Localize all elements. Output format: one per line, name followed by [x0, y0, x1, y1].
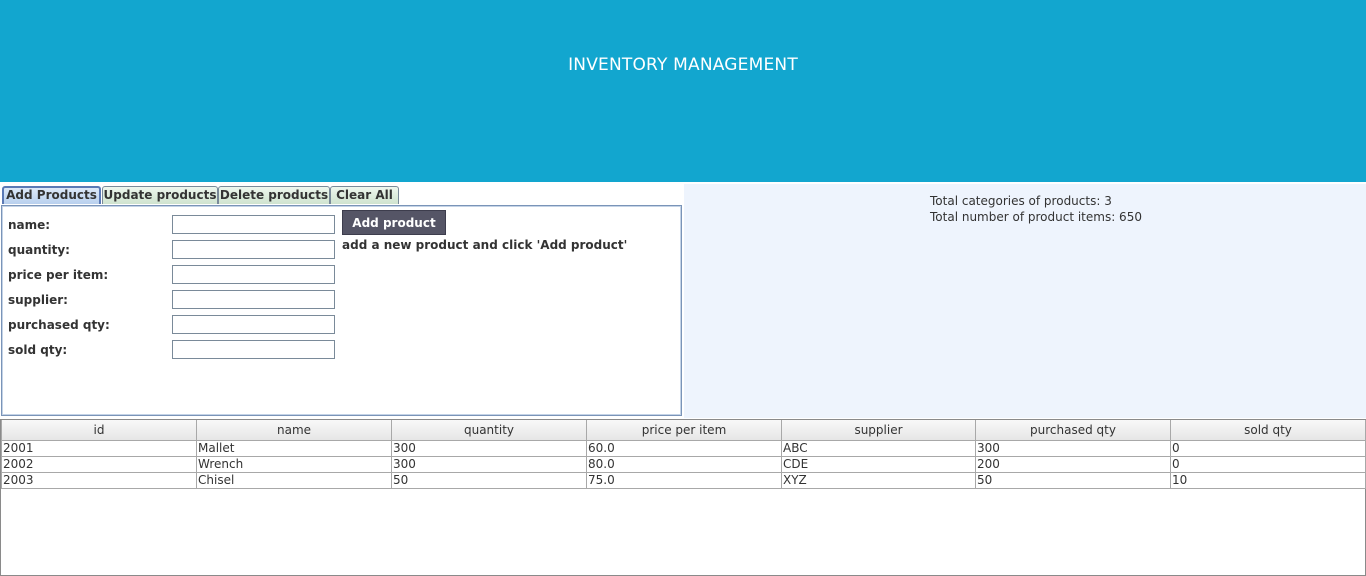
- purchased-qty-label: purchased qty:: [8, 318, 110, 332]
- column-header-price-per-item[interactable]: price per item: [586, 420, 782, 441]
- table-cell[interactable]: XYZ: [781, 471, 976, 489]
- table-cell[interactable]: 0: [1170, 455, 1366, 473]
- price-per-item-label: price per item:: [8, 268, 109, 282]
- table-cell[interactable]: ABC: [781, 439, 976, 457]
- table-cell[interactable]: 300: [391, 455, 587, 473]
- quantity-label: quantity:: [8, 243, 70, 257]
- table-cell[interactable]: 50: [975, 471, 1171, 489]
- table-cell[interactable]: CDE: [781, 455, 976, 473]
- table-cell[interactable]: 50: [391, 471, 587, 489]
- table-header-row: id name quantity price per item supplier…: [1, 420, 1366, 441]
- sold-qty-input[interactable]: [172, 340, 335, 359]
- table-cell[interactable]: 2003: [1, 471, 197, 489]
- header-banner: INVENTORY MANAGEMENT: [0, 0, 1366, 182]
- products-table: id name quantity price per item supplier…: [1, 420, 1366, 489]
- app-window: INVENTORY MANAGEMENT Add Products Update…: [0, 0, 1366, 576]
- table-cell[interactable]: 0: [1170, 439, 1366, 457]
- supplier-input[interactable]: [172, 290, 335, 309]
- column-header-purchased-qty[interactable]: purchased qty: [975, 420, 1171, 441]
- table-cell[interactable]: Wrench: [196, 455, 392, 473]
- table-cell[interactable]: 75.0: [586, 471, 782, 489]
- table-cell[interactable]: Chisel: [196, 471, 392, 489]
- table-cell[interactable]: 60.0: [586, 439, 782, 457]
- table-cell[interactable]: 10: [1170, 471, 1366, 489]
- stats-panel: Total categories of products: 3 Total nu…: [684, 184, 1366, 418]
- supplier-label: supplier:: [8, 293, 68, 307]
- table-cell[interactable]: 200: [975, 455, 1171, 473]
- column-header-supplier[interactable]: supplier: [781, 420, 976, 441]
- table-row[interactable]: 2003 Chisel 50 75.0 XYZ 50 10: [1, 471, 1366, 489]
- total-categories-stat: Total categories of products: 3: [930, 194, 1112, 208]
- tab-add-products[interactable]: Add Products: [2, 186, 101, 204]
- add-product-button[interactable]: Add product: [342, 210, 446, 235]
- add-product-form: name: quantity: price per item: supplier…: [1, 205, 682, 416]
- table-cell[interactable]: 2002: [1, 455, 197, 473]
- quantity-input[interactable]: [172, 240, 335, 259]
- tab-clear-all[interactable]: Clear All: [330, 186, 399, 204]
- column-header-name[interactable]: name: [196, 420, 392, 441]
- table-cell[interactable]: 2001: [1, 439, 197, 457]
- column-header-quantity[interactable]: quantity: [391, 420, 587, 441]
- name-label: name:: [8, 218, 51, 232]
- sold-qty-label: sold qty:: [8, 343, 68, 357]
- table-cell[interactable]: 300: [391, 439, 587, 457]
- column-header-id[interactable]: id: [1, 420, 197, 441]
- products-table-panel: id name quantity price per item supplier…: [0, 419, 1366, 576]
- column-header-sold-qty[interactable]: sold qty: [1170, 420, 1366, 441]
- form-hint: add a new product and click 'Add product…: [342, 238, 628, 252]
- table-cell[interactable]: 300: [975, 439, 1171, 457]
- tab-update-products[interactable]: Update products: [102, 186, 218, 204]
- table-row[interactable]: 2002 Wrench 300 80.0 CDE 200 0: [1, 455, 1366, 473]
- tab-delete-products[interactable]: Delete products: [218, 186, 330, 204]
- table-cell[interactable]: Mallet: [196, 439, 392, 457]
- price-per-item-input[interactable]: [172, 265, 335, 284]
- table-cell[interactable]: 80.0: [586, 455, 782, 473]
- purchased-qty-input[interactable]: [172, 315, 335, 334]
- name-input[interactable]: [172, 215, 335, 234]
- table-row[interactable]: 2001 Mallet 300 60.0 ABC 300 0: [1, 439, 1366, 457]
- total-items-stat: Total number of product items: 650: [930, 210, 1142, 224]
- app-title: INVENTORY MANAGEMENT: [568, 55, 798, 75]
